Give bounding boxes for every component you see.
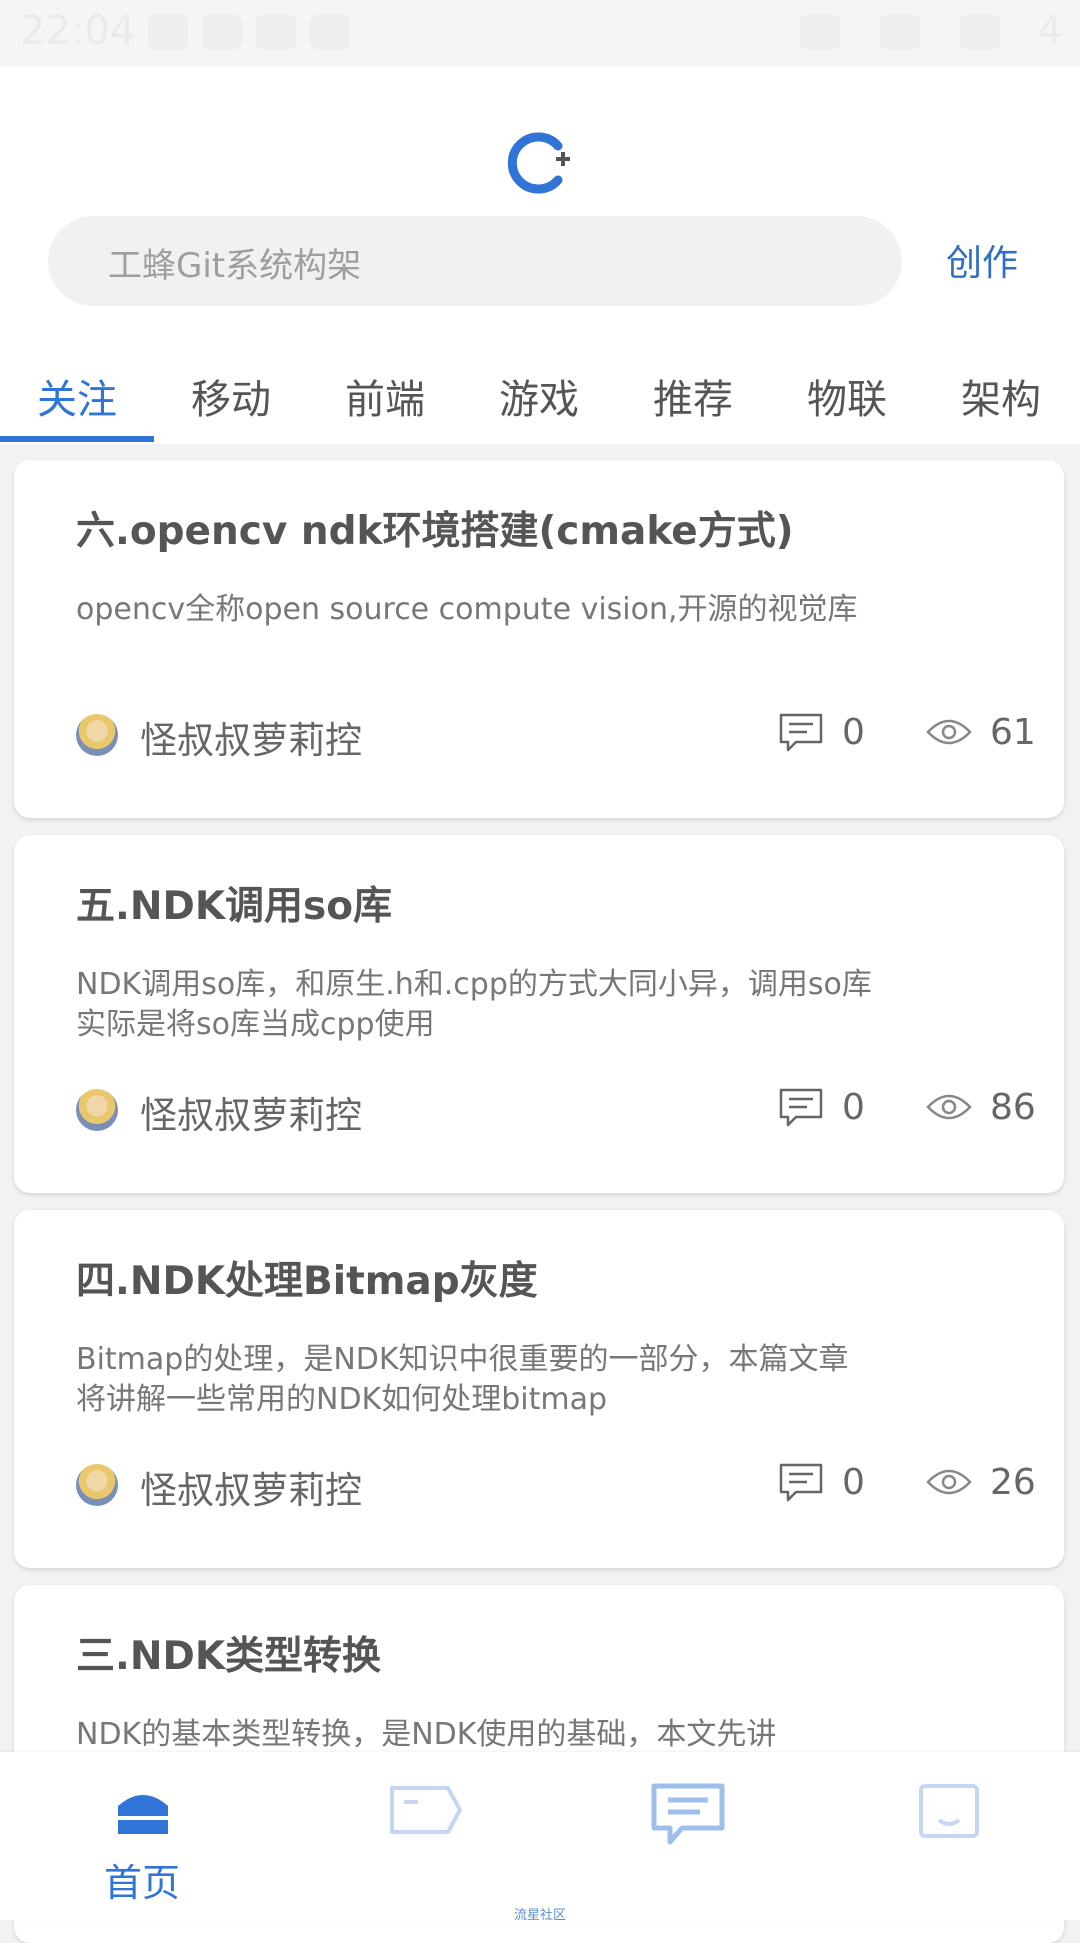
status-time: 22:04 bbox=[20, 8, 136, 54]
comment-count: 0 bbox=[842, 712, 865, 753]
article-title: 三.NDK类型转换 bbox=[76, 1634, 382, 1679]
tab-indicator bbox=[0, 436, 154, 442]
wifi-icon bbox=[880, 14, 920, 50]
system-icons bbox=[800, 14, 1000, 50]
article-summary: NDK调用so库，和原生.h和.cpp的方式大同小异，调用so库实际是将so库当… bbox=[76, 967, 872, 1042]
view-count: 86 bbox=[990, 1087, 1036, 1128]
tab-frontend[interactable]: 前端 bbox=[308, 352, 462, 444]
comment-count: 0 bbox=[842, 1087, 865, 1128]
article-meta: 怪叔叔萝莉控 0 86 bbox=[76, 1085, 1036, 1137]
comment-icon bbox=[779, 1463, 823, 1502]
view-count: 26 bbox=[990, 1462, 1036, 1503]
tab-iot[interactable]: 物联 bbox=[770, 352, 924, 444]
nav-home[interactable]: 首页 bbox=[7, 1752, 277, 1920]
article-card[interactable]: 六.opencv ndk环境搭建(cmake方式) opencv全称open s… bbox=[14, 460, 1064, 818]
tab-game[interactable]: 游戏 bbox=[462, 352, 616, 444]
article-summary: NDK的基本类型转换，是NDK使用的基础，本文先讲 bbox=[76, 1717, 777, 1752]
footer-watermark: 流星社区 bbox=[513, 1908, 566, 1923]
category-tabs: 关注 移动 前端 游戏 推荐 物联 架构 bbox=[0, 352, 1080, 444]
author-name[interactable]: 怪叔叔萝莉控 bbox=[140, 1460, 362, 1514]
tab-mobile[interactable]: 移动 bbox=[154, 352, 308, 444]
article-summary: Bitmap的处理，是NDK知识中很重要的一部分，本篇文章将讲解一些常用的NDK… bbox=[76, 1342, 849, 1417]
nav-home-label: 首页 bbox=[103, 1861, 180, 1905]
author-name[interactable]: 怪叔叔萝莉控 bbox=[140, 710, 362, 764]
search-placeholder: 工蜂Git系统构架 bbox=[108, 246, 362, 286]
comment-count: 0 bbox=[842, 1462, 865, 1503]
article-title: 六.opencv ndk环境搭建(cmake方式) bbox=[76, 509, 794, 554]
author-name[interactable]: 怪叔叔萝莉控 bbox=[140, 1085, 362, 1139]
view-count: 61 bbox=[990, 712, 1036, 753]
article-meta: 怪叔叔萝莉控 0 61 bbox=[76, 710, 1036, 762]
tab-architecture[interactable]: 架构 bbox=[924, 352, 1078, 444]
comment-icon bbox=[779, 713, 823, 752]
avatar[interactable] bbox=[76, 714, 118, 756]
eye-icon bbox=[926, 719, 972, 745]
eye-icon bbox=[926, 1469, 972, 1495]
article-card[interactable]: 五.NDK调用so库 NDK调用so库，和原生.h和.cpp的方式大同小异，调用… bbox=[14, 835, 1064, 1193]
signal-icon bbox=[960, 14, 1000, 50]
nav-messages[interactable] bbox=[545, 1752, 815, 1920]
article-title: 五.NDK调用so库 bbox=[76, 884, 393, 929]
notification-icons bbox=[148, 14, 350, 50]
nav-profile[interactable] bbox=[812, 1752, 1080, 1920]
tab-follow[interactable]: 关注 bbox=[0, 352, 154, 444]
profile-icon bbox=[919, 1784, 979, 1838]
chat-icon bbox=[256, 14, 296, 50]
article-card[interactable]: 四.NDK处理Bitmap灰度 Bitmap的处理，是NDK知识中很重要的一部分… bbox=[14, 1210, 1064, 1568]
article-meta: 怪叔叔萝莉控 0 26 bbox=[76, 1460, 1036, 1512]
nav-tags[interactable] bbox=[283, 1752, 553, 1920]
home-icon bbox=[118, 1795, 168, 1834]
mute-icon bbox=[800, 14, 840, 50]
message-icon bbox=[651, 1783, 725, 1845]
avatar[interactable] bbox=[76, 1089, 118, 1131]
bottom-nav: 首页 bbox=[0, 1752, 1080, 1920]
avatar[interactable] bbox=[76, 1464, 118, 1506]
eye-icon bbox=[926, 1094, 972, 1120]
tab-recommend[interactable]: 推荐 bbox=[616, 352, 770, 444]
header: 工蜂Git系统构架 创作 关注 移动 前端 游戏 推荐 物联 架构 bbox=[0, 66, 1080, 444]
qq-icon bbox=[202, 14, 242, 50]
article-title: 四.NDK处理Bitmap灰度 bbox=[76, 1259, 538, 1304]
create-button[interactable]: 创作 bbox=[946, 234, 1018, 286]
article-summary: opencv全称open source compute vision,开源的视觉… bbox=[76, 592, 858, 627]
app-logo-icon bbox=[507, 132, 570, 194]
tag-icon bbox=[390, 1786, 462, 1834]
search-input[interactable]: 工蜂Git系统构架 bbox=[48, 216, 902, 306]
status-bar: 22:04 4 bbox=[0, 0, 1080, 66]
comment-icon bbox=[779, 1088, 823, 1127]
image-icon bbox=[310, 14, 350, 50]
message-icon bbox=[148, 14, 188, 50]
battery-level: 4 bbox=[1037, 8, 1062, 52]
